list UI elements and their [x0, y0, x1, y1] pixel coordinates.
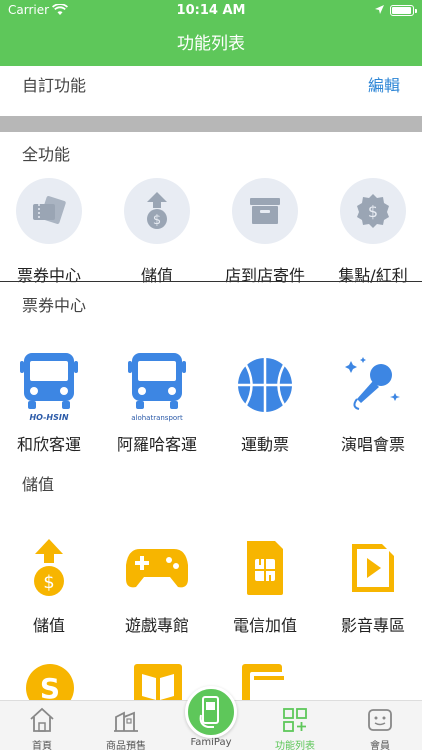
tab-label: 首頁 — [32, 741, 52, 750]
ticket-item-aloha[interactable]: alohatransport 阿羅哈客運 — [104, 345, 210, 455]
tab-label: 商品預售 — [106, 741, 146, 750]
all-item-store-shipping[interactable]: 店到店寄件 — [212, 178, 318, 286]
battery-icon — [390, 5, 417, 16]
topup-item-label: 影音專區 — [340, 616, 405, 635]
tab-label: FamiPay — [190, 737, 232, 748]
microphone-icon — [333, 345, 413, 425]
ticket-item-concert[interactable]: 演唱會票 — [320, 345, 422, 455]
all-item-label: 集點/紅利 — [338, 266, 408, 285]
svg-text:$: $ — [153, 213, 161, 228]
all-section-label: 全功能 — [22, 145, 71, 164]
bus-icon: HO-HSIN — [9, 345, 89, 425]
topup-section-label: 儲值 — [22, 475, 55, 494]
all-item-topup[interactable]: $ 儲值 — [104, 178, 210, 286]
topup-item-games[interactable]: 遊戲專館 — [104, 528, 210, 636]
topup-item-label: 遊戲專館 — [124, 616, 189, 635]
coin-upload-icon: $ — [9, 528, 89, 608]
topup-item-label: 電信加值 — [232, 616, 297, 635]
all-item-ticket-center[interactable]: 票券中心 — [0, 178, 102, 286]
ticket-item-label: 運動票 — [240, 435, 289, 454]
ticket-item-label: 演唱會票 — [340, 435, 405, 454]
edit-button[interactable]: 編輯 — [368, 72, 400, 96]
section-separator — [0, 116, 422, 132]
phone-pay-icon — [199, 696, 219, 728]
nav-bar: 功能列表 — [0, 22, 422, 66]
tab-function-list[interactable]: 功能列表 — [253, 701, 337, 750]
tab-label: 功能列表 — [275, 741, 315, 750]
svg-text:S: S — [40, 672, 60, 702]
ticket-icon — [16, 178, 82, 244]
svg-text:$: $ — [368, 202, 378, 221]
package-icon — [232, 178, 298, 244]
tab-member[interactable]: 會員 — [338, 701, 422, 750]
member-icon — [368, 709, 392, 731]
dollar-badge-icon: $ — [340, 178, 406, 244]
all-item-label: 店到店寄件 — [224, 266, 305, 285]
all-item-label: 儲值 — [140, 266, 173, 285]
tab-label: 會員 — [370, 741, 390, 750]
bus-icon: alohatransport — [117, 345, 197, 425]
status-bar: Carrier 10:14 AM — [0, 0, 422, 22]
divider — [0, 281, 422, 282]
page-title: 功能列表 — [177, 34, 245, 54]
custom-section-label: 自訂功能 — [22, 76, 87, 95]
topup-item-media[interactable]: 影音專區 — [320, 528, 422, 636]
clock: 10:14 AM — [176, 3, 246, 18]
location-arrow-icon — [374, 4, 385, 19]
ticket-item-hohsin[interactable]: HO-HSIN 和欣客運 — [0, 345, 102, 455]
bus-brand-aloha: alohatransport — [131, 414, 183, 422]
play-icon — [333, 528, 413, 608]
topup-item-telecom[interactable]: 電信加值 — [212, 528, 318, 636]
coin-upload-icon: $ — [124, 178, 190, 244]
sim-card-icon — [225, 528, 305, 608]
topup-item-topup[interactable]: $ 儲值 — [0, 528, 102, 636]
gamepad-icon — [117, 528, 197, 608]
topup-item-label: 儲值 — [32, 616, 65, 635]
tab-presale[interactable]: 商品預售 — [84, 701, 168, 750]
famipay-button[interactable] — [185, 686, 237, 738]
all-item-label: 票券中心 — [16, 266, 81, 285]
all-item-points[interactable]: $ 集點/紅利 — [320, 178, 422, 286]
grid-plus-icon — [283, 708, 307, 732]
ticket-item-label: 阿羅哈客運 — [116, 435, 197, 454]
ticket-item-label: 和欣客運 — [16, 435, 81, 454]
bus-brand-hohsin: HO-HSIN — [29, 413, 68, 422]
tickets-section-label: 票券中心 — [22, 296, 87, 315]
home-icon — [30, 707, 54, 732]
basketball-icon — [225, 345, 305, 425]
shop-icon — [114, 711, 138, 732]
svg-text:$: $ — [43, 572, 54, 593]
ticket-item-sports[interactable]: 運動票 — [212, 345, 318, 455]
tab-home[interactable]: 首頁 — [0, 701, 84, 750]
